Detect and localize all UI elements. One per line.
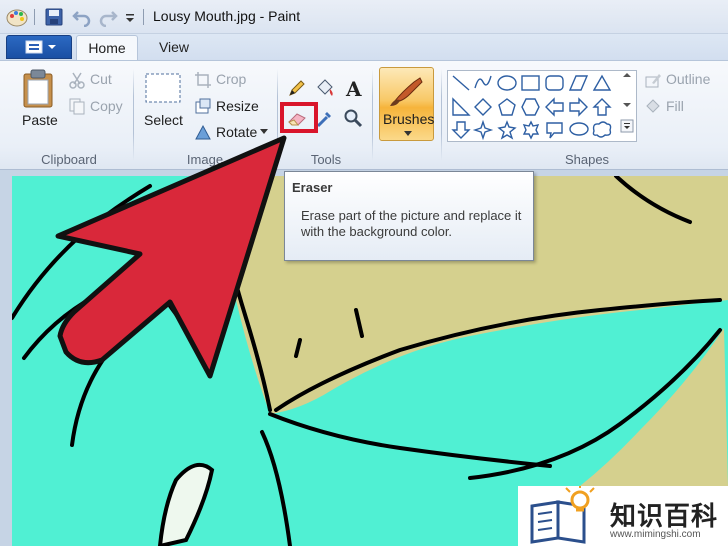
magnifier-icon [344, 109, 363, 128]
cut-icon [68, 71, 86, 89]
paste-button[interactable] [20, 69, 56, 109]
resize-icon [194, 97, 212, 115]
paint-app-icon[interactable] [6, 7, 28, 27]
brushes-dropdown-icon [404, 131, 412, 136]
paste-icon [23, 69, 53, 108]
tab-home[interactable]: Home [76, 35, 138, 61]
watermark: 知识百科 www.mimingshi.com [518, 486, 728, 546]
watermark-brand: 知识百科 [610, 502, 719, 532]
text-icon: A [346, 77, 362, 101]
fill-button[interactable]: Fill [666, 98, 684, 114]
eraser-tooltip: Eraser Erase part of the picture and rep… [284, 171, 534, 261]
shapes-gallery [447, 70, 637, 142]
pencil-tool[interactable] [285, 76, 309, 100]
fill-icon [644, 97, 662, 115]
rotate-button[interactable]: Rotate [216, 124, 257, 140]
select-label: Select [144, 112, 183, 128]
brush-icon [390, 77, 423, 106]
redo-icon[interactable] [98, 7, 118, 27]
clipboard-group-label: Clipboard [41, 152, 97, 167]
shapes-scroll-down-icon[interactable] [622, 101, 632, 109]
shapes-gallery-icons[interactable] [448, 71, 638, 143]
file-menu-icon [25, 40, 56, 54]
copy-button[interactable]: Copy [90, 98, 123, 114]
text-tool[interactable]: A [341, 76, 365, 101]
image-group-label: Image [186, 152, 224, 167]
customize-qat-icon[interactable] [124, 7, 136, 27]
save-icon[interactable] [44, 7, 64, 27]
tools-group-label: Tools [310, 152, 342, 167]
ribbon-home: Paste Cut Copy Clipboard Select Crop Res… [0, 60, 728, 170]
rotate-icon [194, 123, 212, 141]
watermark-url: www.mimingshi.com [610, 529, 701, 540]
tooltip-body: Erase part of the picture and replace it… [301, 208, 522, 239]
brushes-label: Brushes [383, 111, 435, 127]
window-title: Lousy Mouth.jpg - Paint [153, 8, 301, 24]
tab-view[interactable]: View [146, 35, 202, 61]
outline-button[interactable]: Outline [666, 71, 710, 87]
crop-button[interactable]: Crop [216, 71, 246, 87]
select-button[interactable] [144, 71, 182, 105]
magnifier-tool[interactable] [341, 106, 365, 130]
shapes-scroll-up-icon[interactable] [622, 71, 632, 79]
fill-tool[interactable] [313, 76, 337, 100]
rotate-dropdown-icon[interactable] [260, 129, 268, 135]
brushes-button[interactable]: Brushes [379, 67, 434, 141]
cut-button[interactable]: Cut [90, 71, 112, 87]
pencil-icon [289, 80, 305, 96]
eraser-highlight-box [280, 102, 318, 133]
resize-button[interactable]: Resize [216, 98, 259, 114]
shapes-group-label: Shapes [564, 152, 610, 167]
fill-bucket-icon [317, 79, 333, 96]
crop-icon [194, 71, 212, 89]
outline-icon [644, 71, 662, 89]
book-lightbulb-logo [530, 486, 595, 544]
undo-icon[interactable] [72, 7, 92, 27]
copy-icon [68, 97, 86, 115]
ribbon-tab-row: Home View [0, 34, 728, 61]
tooltip-title: Eraser [292, 180, 333, 195]
shapes-more-icon[interactable] [620, 119, 634, 133]
select-icon [145, 73, 181, 103]
title-bar: Lousy Mouth.jpg - Paint [0, 0, 728, 34]
paste-label: Paste [22, 112, 58, 128]
file-menu-button[interactable] [6, 35, 72, 59]
